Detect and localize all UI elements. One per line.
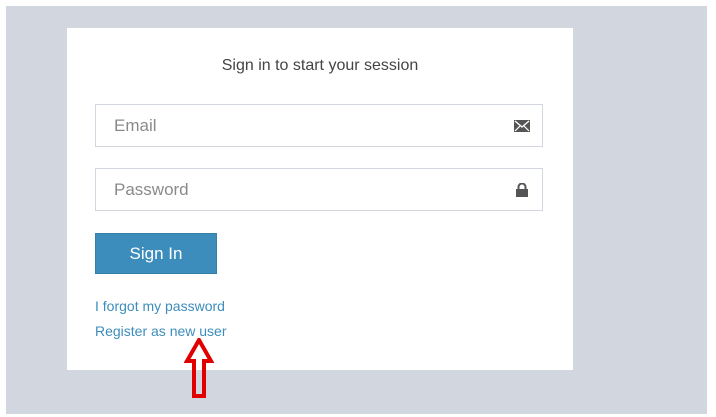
login-box-message: Sign in to start your session: [221, 57, 419, 74]
email-field-group: [95, 104, 543, 147]
forgot-password-link[interactable]: I forgot my password: [95, 298, 225, 314]
login-box: Sign in to start your session Sign In I …: [67, 28, 573, 370]
lock-icon: [516, 183, 528, 197]
envelope-icon: [514, 120, 530, 132]
password-field-group: [95, 168, 543, 211]
password-field[interactable]: [96, 169, 542, 210]
email-field[interactable]: [96, 105, 542, 146]
register-link[interactable]: Register as new user: [95, 323, 227, 339]
sign-in-button[interactable]: Sign In: [95, 233, 217, 274]
up-arrow-icon: [184, 338, 214, 398]
